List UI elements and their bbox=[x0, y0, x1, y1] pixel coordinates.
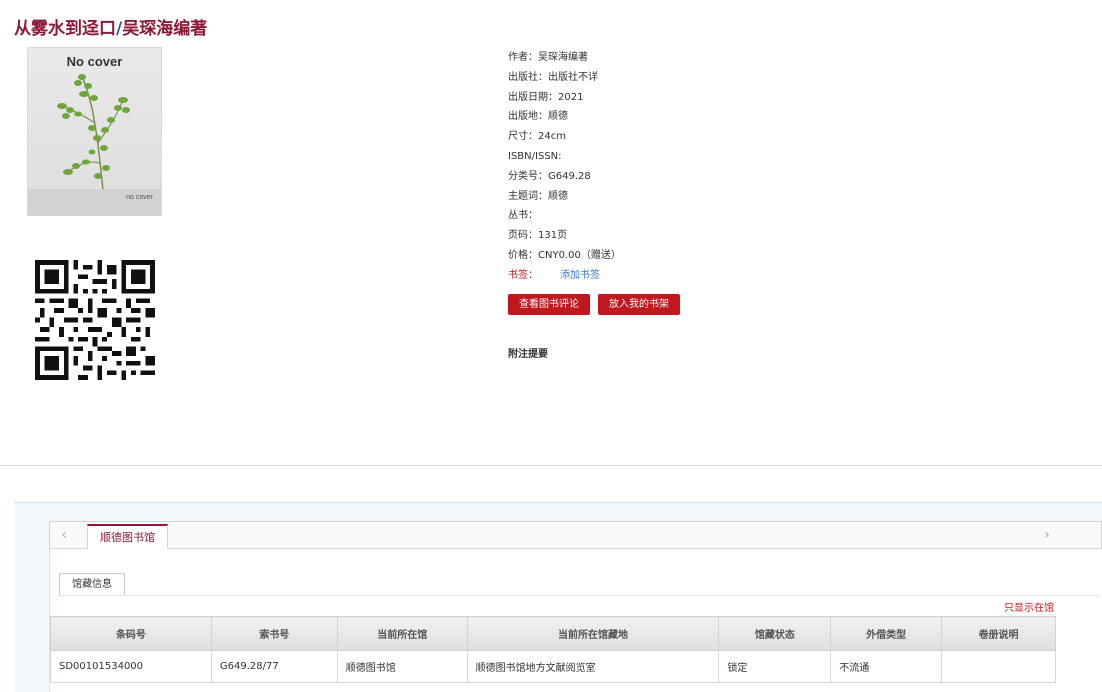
book-title-main: 从雾水到迳口 bbox=[14, 19, 116, 39]
holdings-panel: 馆藏信息 只显示在馆 条码号 索书号 当前所在馆 当前所在馆藏地 馆藏状态 外借… bbox=[49, 549, 1102, 692]
meta-pages: 页码：131页 bbox=[508, 230, 568, 242]
book-title-author: 吴琛海编著 bbox=[122, 19, 208, 39]
library-tab-bar: ‹ 顺德图书馆 › bbox=[49, 521, 1102, 549]
view-reviews-button[interactable]: 查看图书评论 bbox=[508, 294, 590, 315]
only-show-available-link[interactable]: 只显示在馆 bbox=[1004, 599, 1054, 614]
col-loan-type: 外借类型 bbox=[830, 616, 943, 651]
tab-holdings-info[interactable]: 馆藏信息 bbox=[59, 573, 125, 596]
tab-shunde-library[interactable]: 顺德图书馆 bbox=[87, 524, 168, 549]
meta-author: 作者：吴琛海编著 bbox=[508, 52, 588, 63]
col-barcode: 条码号 bbox=[50, 616, 212, 651]
book-title: 从雾水到迳口/吴琛海编著 bbox=[14, 14, 207, 39]
col-call-number: 索书号 bbox=[210, 616, 338, 651]
add-bookmark-link[interactable]: 添加书签 bbox=[560, 270, 600, 281]
col-volume-note: 卷册说明 bbox=[941, 616, 1056, 651]
meta-series: 丛书： bbox=[508, 210, 538, 222]
meta-bookmark: 书签： 添加书签 bbox=[508, 266, 808, 286]
col-current-library: 当前所在馆 bbox=[336, 616, 468, 651]
plant-illustration-icon bbox=[57, 74, 130, 191]
add-to-shelf-button[interactable]: 放入我的书架 bbox=[598, 294, 680, 315]
meta-pub-date: 出版日期：2021 bbox=[508, 91, 584, 103]
book-cover: No cover no cover bbox=[27, 47, 162, 216]
qr-code-icon bbox=[35, 260, 155, 380]
cell-loan-type: 不流通 bbox=[830, 650, 943, 683]
meta-isbn: ISBN/ISSN: bbox=[508, 150, 562, 162]
cover-bottom-text: no cover bbox=[126, 194, 153, 201]
col-status: 馆藏状态 bbox=[718, 616, 832, 651]
section-divider bbox=[0, 465, 1102, 466]
tab-scroll-right-icon[interactable]: › bbox=[1033, 522, 1061, 548]
sub-tab-divider bbox=[59, 595, 1099, 596]
cell-volume-note bbox=[941, 650, 1056, 683]
meta-class-no: 分类号：G649.28 bbox=[508, 170, 591, 182]
meta-pub-place: 出版地：顺德 bbox=[508, 111, 568, 123]
notes-title: 附注提要 bbox=[508, 349, 548, 360]
cell-status: 锁定 bbox=[718, 650, 832, 683]
book-metadata: 作者：吴琛海编著 出版社：出版社不详 出版日期：2021 出版地：顺德 尺寸：2… bbox=[508, 48, 808, 286]
cover-top-text: No cover bbox=[66, 54, 123, 69]
col-current-location: 当前所在馆藏地 bbox=[466, 616, 720, 651]
cell-current-library: 顺德图书馆 bbox=[336, 650, 468, 683]
holdings-section: ‹ 顺德图书馆 › 馆藏信息 只显示在馆 条码号 索书号 当前所在馆 当前所在馆… bbox=[14, 502, 1102, 692]
holdings-table: 条码号 索书号 当前所在馆 当前所在馆藏地 馆藏状态 外借类型 卷册说明 SD0… bbox=[50, 616, 1056, 683]
meta-subject: 主题词：顺德 bbox=[508, 190, 568, 202]
cell-call-number: G649.28/77 bbox=[210, 650, 338, 683]
bookmark-label: 书签： bbox=[508, 269, 538, 281]
cell-barcode: SD00101534000 bbox=[50, 650, 212, 683]
holdings-header-row: 条码号 索书号 当前所在馆 当前所在馆藏地 馆藏状态 外借类型 卷册说明 bbox=[50, 616, 1056, 651]
table-row: SD00101534000 G649.28/77 顺德图书馆 顺德图书馆地方文献… bbox=[50, 650, 1056, 683]
cover-bottom-band bbox=[28, 189, 161, 215]
meta-size: 尺寸：24cm bbox=[508, 131, 566, 143]
tab-scroll-left-icon[interactable]: ‹ bbox=[50, 522, 78, 548]
cell-current-location: 顺德图书馆地方文献阅览室 bbox=[466, 650, 720, 683]
meta-publisher: 出版社：出版社不详 bbox=[508, 71, 598, 83]
meta-price: 价格：CNY0.00（赠送） bbox=[508, 249, 621, 261]
action-buttons: 查看图书评论 放入我的书架 bbox=[508, 294, 680, 315]
